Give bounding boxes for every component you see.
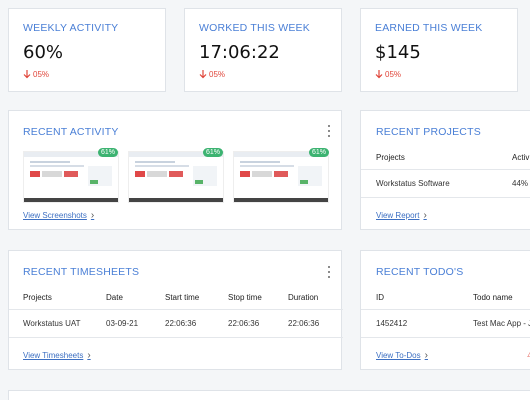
column-header-duration: Duration xyxy=(288,293,319,302)
recent-projects-card: RECENT PROJECTS Projects Activ Workstatu… xyxy=(360,110,530,230)
recent-activity-title: RECENT ACTIVITY xyxy=(23,126,119,138)
weekly-activity-value: 60% xyxy=(23,42,64,63)
column-header-todo-name: Todo name xyxy=(473,293,513,302)
chevron-right-icon: › xyxy=(424,350,428,361)
view-screenshots-link[interactable]: View Screenshots › xyxy=(23,210,94,221)
worked-this-week-title: WORKED THIS WEEK xyxy=(199,22,310,34)
view-todos-label: View To-Dos xyxy=(376,351,421,360)
table-divider xyxy=(361,169,530,170)
worked-this-week-card: WORKED THIS WEEK 17:06:22 05% xyxy=(184,8,342,92)
table-divider xyxy=(9,337,343,338)
screenshot-thumbnail[interactable] xyxy=(233,151,329,203)
view-screenshots-label: View Screenshots xyxy=(23,211,87,220)
column-header-stop-time: Stop time xyxy=(228,293,262,302)
activity-badge: 61% xyxy=(309,148,330,157)
column-header-projects: Projects xyxy=(23,293,52,302)
weekly-activity-delta: 05% xyxy=(23,70,49,79)
chevron-right-icon: › xyxy=(423,210,427,221)
arrow-down-icon xyxy=(375,70,383,79)
earned-this-week-card: EARNED THIS WEEK $145 05% xyxy=(360,8,518,92)
table-divider xyxy=(361,309,530,310)
more-options-icon[interactable] xyxy=(327,125,331,137)
table-divider xyxy=(361,197,530,198)
chevron-right-icon: › xyxy=(87,350,91,361)
arrow-down-icon xyxy=(23,70,31,79)
recent-timesheets-card: RECENT TIMESHEETS Projects Date Start ti… xyxy=(8,250,343,370)
column-header-id: ID xyxy=(376,293,384,302)
view-timesheets-label: View Timesheets xyxy=(23,351,84,360)
timesheet-duration: 22:06:36 xyxy=(288,319,320,328)
project-activity: 44% xyxy=(512,179,529,188)
more-options-icon[interactable] xyxy=(327,266,331,278)
worked-this-week-delta-value: 05% xyxy=(209,70,226,79)
todo-name: Test Mac App - Ja xyxy=(473,319,530,328)
column-header-start-time: Start time xyxy=(165,293,200,302)
view-report-label: View Report xyxy=(376,211,420,220)
earned-this-week-title: EARNED THIS WEEK xyxy=(375,22,483,34)
timesheet-stop-time: 22:06:36 xyxy=(228,319,260,328)
timesheet-date: 03-09-21 xyxy=(106,319,139,328)
view-report-link[interactable]: View Report › xyxy=(376,210,427,221)
chevron-right-icon: › xyxy=(90,210,95,221)
view-timesheets-link[interactable]: View Timesheets › xyxy=(23,350,91,361)
view-todos-link[interactable]: View To-Dos › xyxy=(376,350,428,361)
project-name: Workstatus Software xyxy=(376,179,450,188)
timesheet-start-time: 22:06:36 xyxy=(165,319,197,328)
screenshot-thumbnail[interactable] xyxy=(23,151,119,203)
recent-todos-title: RECENT TODO'S xyxy=(376,266,464,278)
earned-this-week-delta: 05% xyxy=(375,70,401,79)
column-header-activity: Activ xyxy=(512,153,530,162)
timesheet-project: Workstatus UAT xyxy=(23,319,81,328)
worked-this-week-value: 17:06:22 xyxy=(199,42,280,63)
earned-this-week-value: $145 xyxy=(375,42,421,63)
table-divider xyxy=(361,337,530,338)
column-header-projects: Projects xyxy=(376,153,405,162)
recent-timesheets-title: RECENT TIMESHEETS xyxy=(23,266,140,278)
bottom-card xyxy=(8,390,530,400)
recent-projects-title: RECENT PROJECTS xyxy=(376,126,481,138)
todo-id: 1452412 xyxy=(376,319,408,328)
screenshot-thumbnail[interactable] xyxy=(128,151,224,203)
recent-todos-card: RECENT TODO'S ID Todo name 1452412 Test … xyxy=(360,250,530,370)
table-divider xyxy=(9,309,343,310)
earned-this-week-delta-value: 05% xyxy=(385,70,402,79)
worked-this-week-delta: 05% xyxy=(199,70,225,79)
activity-badge: 61% xyxy=(98,148,119,157)
weekly-activity-title: WEEKLY ACTIVITY xyxy=(23,22,119,34)
arrow-down-icon xyxy=(199,70,207,79)
weekly-activity-card: WEEKLY ACTIVITY 60% 05% xyxy=(8,8,166,92)
weekly-activity-delta-value: 05% xyxy=(33,70,50,79)
recent-activity-card: RECENT ACTIVITY 61% 61% 61% View Screens… xyxy=(8,110,342,230)
column-header-date: Date xyxy=(106,293,123,302)
activity-badge: 61% xyxy=(203,148,224,157)
